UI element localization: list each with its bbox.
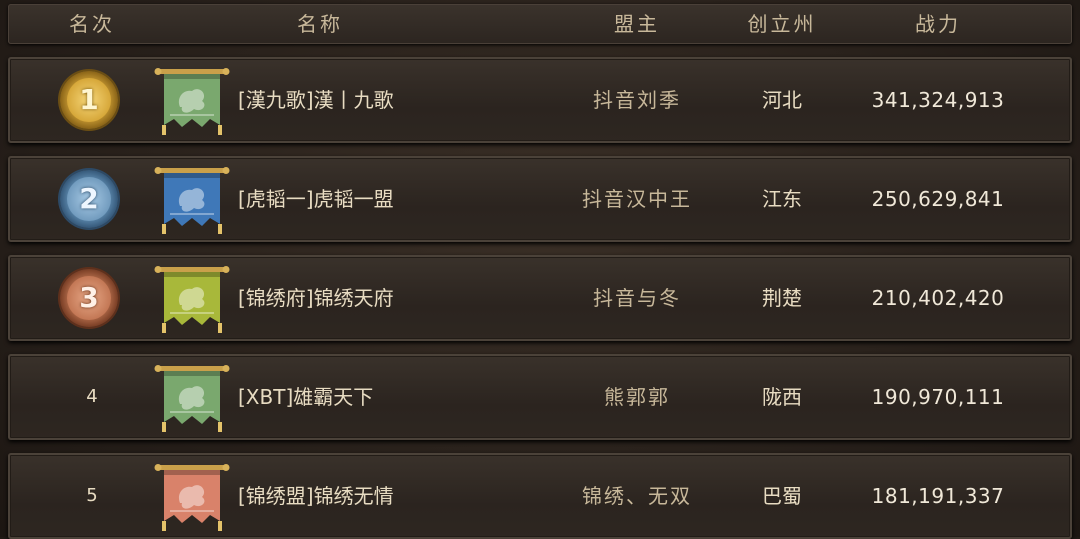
alliance-name: [锦绣府]锦绣天府 [238, 286, 394, 310]
rank-medal-icon: 2 [60, 170, 118, 228]
alliance-banner-icon [154, 464, 230, 531]
rank-number: 2 [67, 177, 111, 221]
alliance-banner-icon [154, 365, 230, 432]
alliance-state: 巴蜀 [762, 484, 802, 508]
alliance-state: 陇西 [762, 385, 802, 409]
alliance-name: [虎韬一]虎韬一盟 [238, 187, 394, 211]
rank-number: 3 [67, 276, 111, 320]
rank-medal-icon: 3 [60, 269, 118, 327]
alliance-row[interactable]: 2 [虎韬一]虎韬一盟 抖音汉中王 江东 250,629,841 [8, 156, 1072, 242]
header-power: 战力 [915, 12, 961, 36]
alliance-row[interactable]: 4 [XBT]雄霸天下 熊郭郭 陇西 190,970,111 [8, 354, 1072, 440]
alliance-power: 341,324,913 [871, 88, 1005, 112]
alliance-row[interactable]: 1 [漢九歌]漢丨九歌 抖音刘季 河北 341,324,913 [8, 57, 1072, 143]
header-name: 名称 [297, 12, 343, 36]
alliance-name: [XBT]雄霸天下 [238, 385, 374, 409]
alliance-power: 210,402,420 [871, 286, 1005, 310]
alliance-banner-icon [154, 68, 230, 135]
alliance-power: 190,970,111 [871, 385, 1005, 409]
alliance-row[interactable]: 3 [锦绣府]锦绣天府 抖音与冬 荆楚 210,402,420 [8, 255, 1072, 341]
leaderboard-header: 名次 名称 盟主 创立州 战力 [8, 4, 1072, 44]
alliance-power: 250,629,841 [871, 187, 1005, 211]
rank-number: 4 [86, 386, 98, 407]
alliance-name: [锦绣盟]锦绣无情 [238, 484, 394, 508]
alliance-state: 荆楚 [762, 286, 802, 310]
alliance-leader: 熊郭郭 [604, 385, 670, 409]
rank-medal-icon: 1 [60, 71, 118, 129]
alliance-banner-icon [154, 266, 230, 333]
header-state: 创立州 [747, 12, 817, 36]
alliance-power: 181,191,337 [871, 484, 1005, 508]
alliance-leader: 抖音刘季 [593, 88, 681, 112]
alliance-leader: 抖音与冬 [593, 286, 681, 310]
header-leader: 盟主 [614, 12, 660, 36]
alliance-leader: 抖音汉中王 [582, 187, 692, 211]
header-rank: 名次 [69, 12, 115, 36]
alliance-leader: 锦绣、无双 [582, 484, 692, 508]
alliance-name: [漢九歌]漢丨九歌 [238, 88, 394, 112]
alliance-row[interactable]: 5 [锦绣盟]锦绣无情 锦绣、无双 巴蜀 181,191,337 [8, 453, 1072, 539]
alliance-state: 江东 [762, 187, 802, 211]
rank-number: 1 [67, 78, 111, 122]
alliance-state: 河北 [762, 88, 802, 112]
rank-number: 5 [86, 485, 98, 506]
alliance-banner-icon [154, 167, 230, 234]
